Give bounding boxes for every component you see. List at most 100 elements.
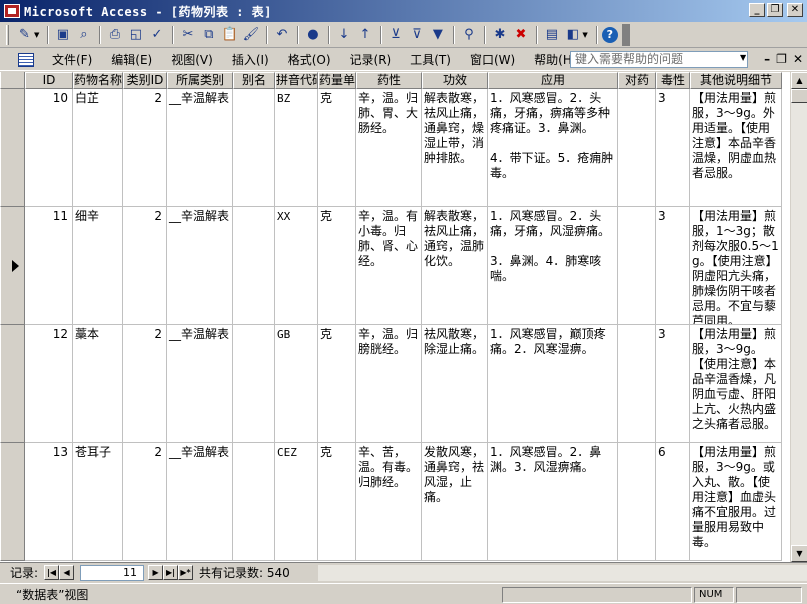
- cell-toxicity[interactable]: 3: [656, 325, 690, 443]
- column-header-notes[interactable]: 其他说明细节: [690, 72, 782, 89]
- new-object-icon[interactable]: ◧: [563, 25, 582, 44]
- cell-name[interactable]: 细辛: [73, 207, 123, 325]
- vertical-scrollbar[interactable]: ▲ ▼: [790, 72, 807, 562]
- menu-tools[interactable]: 工具(T): [402, 51, 462, 68]
- help-question-input[interactable]: 键入需要帮助的问题: [570, 51, 748, 68]
- column-header-alias[interactable]: 别名: [233, 72, 275, 89]
- cell-pair[interactable]: [618, 325, 656, 443]
- cell-effect[interactable]: 解表散寒，祛风止痛，通窍，温肺化饮。: [422, 207, 488, 325]
- filter-by-selection-icon[interactable]: ⊻: [386, 25, 405, 44]
- cell-notes[interactable]: 【用法用量】煎服，3～9g。外用适量。【使用注意】本品辛香温燥，阴虚血热者忌服。: [690, 89, 782, 207]
- toolbar-grip[interactable]: [6, 24, 9, 45]
- cell-category[interactable]: __辛温解表: [167, 89, 233, 207]
- cell-effect[interactable]: 祛风散寒，除湿止痛。: [422, 325, 488, 443]
- format-painter-icon[interactable]: 🖌: [241, 25, 260, 44]
- sort-descending-icon[interactable]: ↑: [355, 25, 374, 44]
- delete-record-icon[interactable]: ✖: [511, 25, 530, 44]
- cell-name[interactable]: 苍耳子: [73, 443, 123, 561]
- current-record-input[interactable]: 11: [80, 564, 145, 581]
- cell-unit[interactable]: 克: [318, 89, 356, 207]
- cell-category[interactable]: __辛温解表: [167, 207, 233, 325]
- menu-window[interactable]: 窗口(W): [462, 51, 526, 68]
- column-header-effect[interactable]: 功效: [422, 72, 488, 89]
- cell-usage[interactable]: 1．风寒感冒。2．头痛，牙痛，风湿痹痛。 3．鼻渊。4．肺寒咳喘。: [488, 207, 618, 325]
- first-record-button[interactable]: |◀: [44, 565, 60, 580]
- column-header-category-id[interactable]: 类别ID: [123, 72, 167, 89]
- record-selector[interactable]: [0, 207, 25, 325]
- column-header-category[interactable]: 所属类别: [167, 72, 233, 89]
- column-header-pinyin[interactable]: 拼音代码: [275, 72, 318, 89]
- column-header-pair[interactable]: 对药: [618, 72, 656, 89]
- paste-icon[interactable]: 📋: [220, 25, 239, 44]
- cell-nature[interactable]: 辛、苦，温。有毒。归肺经。: [356, 443, 422, 561]
- view-dropdown-arrow[interactable]: ▼: [34, 31, 39, 39]
- record-selector[interactable]: [0, 325, 25, 443]
- cell-pair[interactable]: [618, 443, 656, 561]
- scroll-up-icon[interactable]: ▲: [791, 72, 807, 89]
- cell-unit[interactable]: 克: [318, 325, 356, 443]
- menu-view[interactable]: 视图(V): [163, 51, 224, 68]
- table-window-icon[interactable]: [18, 52, 34, 67]
- cell-usage[interactable]: 1．风寒感冒。2．头痛，牙痛，痹痛等多种疼痛证。3．鼻渊。 4．带下证。5．疮痈…: [488, 89, 618, 207]
- cell-unit[interactable]: 克: [318, 207, 356, 325]
- cell-nature[interactable]: 辛，温。有小毒。归肺、肾、心经。: [356, 207, 422, 325]
- design-view-icon[interactable]: ✎: [15, 25, 34, 44]
- column-header-toxicity[interactable]: 毒性: [656, 72, 690, 89]
- column-header-usage[interactable]: 应用: [488, 72, 618, 89]
- cell-effect[interactable]: 发散风寒，通鼻窍，祛风湿，止痛。: [422, 443, 488, 561]
- last-record-button[interactable]: ▶|: [163, 565, 179, 580]
- cell-effect[interactable]: 解表散寒，祛风止痛，通鼻窍，燥湿止带，消肿排脓。: [422, 89, 488, 207]
- doc-minimize-button[interactable]: –: [764, 52, 770, 66]
- record-selector[interactable]: [0, 443, 25, 561]
- cell-usage[interactable]: 1．风寒感冒。2．鼻渊。3．风湿痹痛。: [488, 443, 618, 561]
- record-selector[interactable]: [0, 89, 25, 207]
- cell-category-id[interactable]: 2: [123, 89, 167, 207]
- previous-record-button[interactable]: ◀: [59, 565, 75, 580]
- cell-pinyin[interactable]: CEZ: [275, 443, 318, 561]
- cell-alias[interactable]: [233, 325, 275, 443]
- insert-hyperlink-icon[interactable]: ●: [303, 25, 322, 44]
- cell-toxicity[interactable]: 3: [656, 207, 690, 325]
- doc-restore-button[interactable]: ❐: [776, 52, 787, 66]
- doc-close-button[interactable]: ✕: [793, 52, 803, 66]
- menu-edit[interactable]: 编辑(E): [103, 51, 163, 68]
- datasheet-grid[interactable]: ID药物名称类别ID所属类别别名拼音代码药量单位药性功效应用对药毒性其他说明细节…: [0, 72, 807, 562]
- cell-category-id[interactable]: 2: [123, 325, 167, 443]
- cell-alias[interactable]: [233, 443, 275, 561]
- cell-id[interactable]: 13: [25, 443, 73, 561]
- file-search-icon[interactable]: ⌕: [74, 25, 93, 44]
- cut-icon[interactable]: ✂: [178, 25, 197, 44]
- cell-notes[interactable]: 【用法用量】煎服，3～9g。【使用注意】本品辛温香燥，凡阴血亏虚、肝阳上亢、火热…: [690, 325, 782, 443]
- close-button[interactable]: ✕: [787, 3, 803, 17]
- sort-ascending-icon[interactable]: ↓: [334, 25, 353, 44]
- cell-category-id[interactable]: 2: [123, 207, 167, 325]
- menu-insert[interactable]: 插入(I): [224, 51, 280, 68]
- cell-category[interactable]: __辛温解表: [167, 325, 233, 443]
- scroll-thumb[interactable]: [791, 89, 807, 103]
- column-header-nature[interactable]: 药性: [356, 72, 422, 89]
- print-preview-icon[interactable]: ◱: [126, 25, 145, 44]
- cell-nature[interactable]: 辛，温。归膀胱经。: [356, 325, 422, 443]
- cell-alias[interactable]: [233, 207, 275, 325]
- cell-usage[interactable]: 1．风寒感冒，巅顶疼痛。2．风寒湿痹。: [488, 325, 618, 443]
- menu-records[interactable]: 记录(R): [342, 51, 403, 68]
- cell-pair[interactable]: [618, 89, 656, 207]
- horizontal-scrollbar[interactable]: [318, 565, 807, 581]
- cell-unit[interactable]: 克: [318, 443, 356, 561]
- cell-name[interactable]: 白芷: [73, 89, 123, 207]
- menu-file[interactable]: 文件(F): [44, 51, 103, 68]
- cell-category-id[interactable]: 2: [123, 443, 167, 561]
- cell-id[interactable]: 12: [25, 325, 73, 443]
- scroll-down-icon[interactable]: ▼: [791, 545, 807, 562]
- next-record-button[interactable]: ▶: [148, 565, 164, 580]
- cell-notes[interactable]: 【用法用量】煎服，3～9g。或入丸、散。【使用注意】血虚头痛不宜服用。过量服用易…: [690, 443, 782, 561]
- undo-icon[interactable]: ↶: [272, 25, 291, 44]
- cell-pair[interactable]: [618, 207, 656, 325]
- spelling-icon[interactable]: ✓: [147, 25, 166, 44]
- help-dropdown-arrow[interactable]: ▼: [740, 53, 746, 62]
- apply-filter-icon[interactable]: ▼: [428, 25, 447, 44]
- cell-nature[interactable]: 辛，温。归肺、胃、大肠经。: [356, 89, 422, 207]
- save-icon[interactable]: ▣: [53, 25, 72, 44]
- toolbar-options-icon[interactable]: [621, 23, 630, 46]
- new-record-icon[interactable]: ✱: [490, 25, 509, 44]
